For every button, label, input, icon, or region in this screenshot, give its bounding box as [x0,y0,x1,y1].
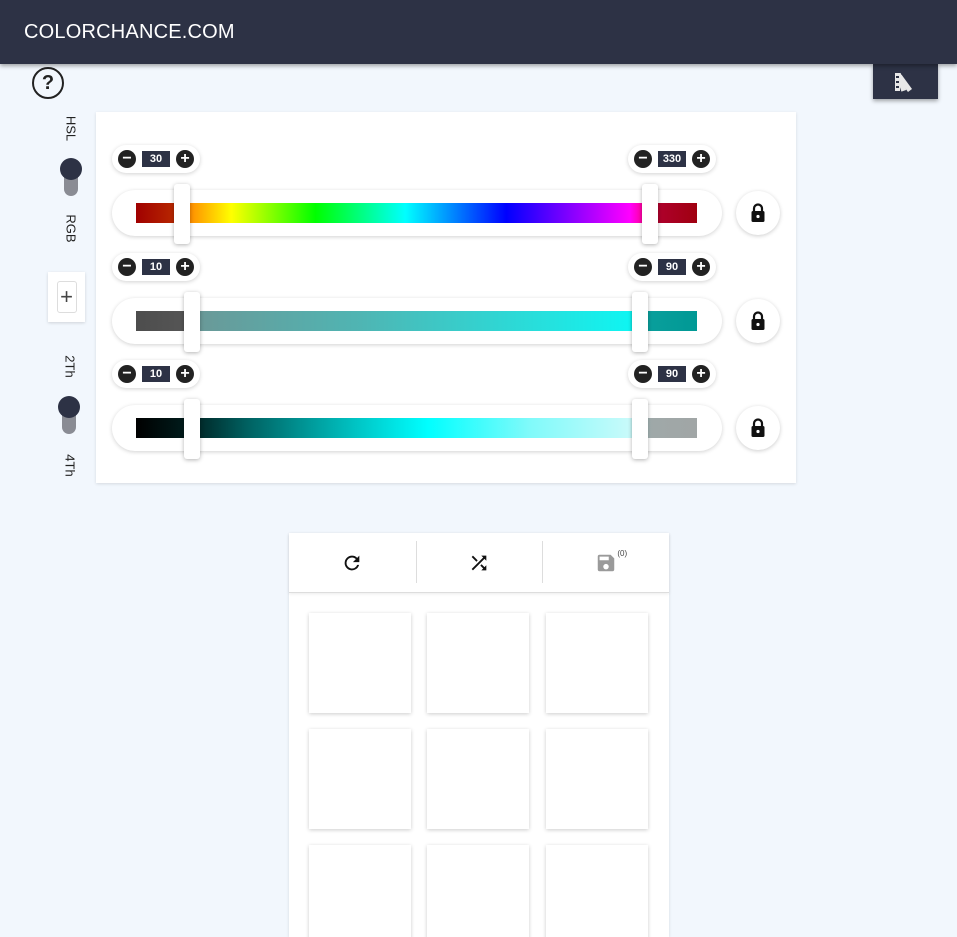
palette-tile[interactable] [427,845,529,937]
saturation-min-stepper: − 10 + [112,253,200,281]
plus-icon: + [56,281,77,313]
palette-tile[interactable] [309,729,411,829]
lightness-max-value[interactable]: 90 [658,366,686,382]
mode-switch-knob[interactable] [60,158,82,180]
help-icon: ? [41,71,55,94]
palette-tile[interactable] [427,729,529,829]
mode-hsl-label: HSL [63,115,79,142]
saturation-slider[interactable] [112,292,722,352]
palette-tile[interactable] [427,613,529,713]
shuffle-icon [471,555,487,570]
saturation-gradient-bar [136,311,697,331]
add-slider-button[interactable]: + [48,272,85,322]
save-icon [597,554,614,571]
saturation-min-handle[interactable] [184,292,200,352]
lock-icon [751,203,765,222]
lightness-min-stepper: − 10 + [112,360,200,388]
count-2th-label: 2Th [62,355,78,378]
mode-switch[interactable] [60,158,82,196]
hue-max-stepper: − 330 + [628,145,716,173]
lightness-lock-button[interactable] [736,406,780,450]
lightness-max-handle[interactable] [632,399,648,459]
hue-max-handle[interactable] [642,184,658,244]
hue-max-value[interactable]: 330 [658,151,686,167]
shuffle-button[interactable] [415,533,543,592]
minus-icon[interactable]: − [634,258,652,276]
top-bar: COLORCHANCE.COM [0,0,957,64]
lightness-slider[interactable] [112,399,722,459]
count-switch[interactable] [58,396,80,434]
palette-swatches-icon [894,72,912,92]
lock-icon [751,311,765,330]
palette-tile[interactable] [546,613,648,713]
slider-panel: − 30 + − 330 + − 10 + − 90 + − 10 + − 90… [96,112,796,483]
plus-icon[interactable]: + [176,258,194,276]
mode-rgb-label: RGB [63,214,79,243]
hue-min-stepper: − 30 + [112,145,200,173]
site-title[interactable]: COLORCHANCE.COM [24,21,235,44]
lightness-max-stepper: − 90 + [628,360,716,388]
hue-slider[interactable] [112,184,722,244]
lightness-min-handle[interactable] [184,399,200,459]
results-card: (0) [289,533,669,937]
hue-min-handle[interactable] [174,184,190,244]
lightness-gradient-bar [136,418,697,438]
palette-tile[interactable] [309,613,411,713]
hue-min-value[interactable]: 30 [142,151,170,167]
palette-button[interactable] [873,64,938,99]
saturation-max-stepper: − 90 + [628,253,716,281]
hue-gradient-bar [136,203,697,223]
minus-icon[interactable]: − [118,150,136,168]
count-switch-knob[interactable] [58,396,80,418]
palette-tile[interactable] [546,845,648,937]
lightness-min-value[interactable]: 10 [142,366,170,382]
plus-icon[interactable]: + [176,365,194,383]
save-count: (0) [617,549,628,558]
minus-icon[interactable]: − [118,365,136,383]
plus-icon[interactable]: + [692,365,710,383]
count-4th-label: 4Th [62,454,78,477]
saturation-max-handle[interactable] [632,292,648,352]
minus-icon[interactable]: − [634,365,652,383]
lock-icon [751,418,765,437]
palette-tile[interactable] [546,729,648,829]
refresh-icon [344,555,360,570]
saturation-min-value[interactable]: 10 [142,259,170,275]
hue-lock-button[interactable] [736,191,780,235]
help-button[interactable]: ? [32,67,64,99]
saturation-max-value[interactable]: 90 [658,259,686,275]
palette-tile[interactable] [309,845,411,937]
refresh-button[interactable] [289,533,416,592]
save-button[interactable]: (0) [542,533,669,592]
minus-icon[interactable]: − [634,150,652,168]
minus-icon[interactable]: − [118,258,136,276]
plus-icon[interactable]: + [692,150,710,168]
saturation-lock-button[interactable] [736,299,780,343]
plus-icon[interactable]: + [176,150,194,168]
results-toolbar: (0) [289,533,669,593]
plus-icon[interactable]: + [692,258,710,276]
